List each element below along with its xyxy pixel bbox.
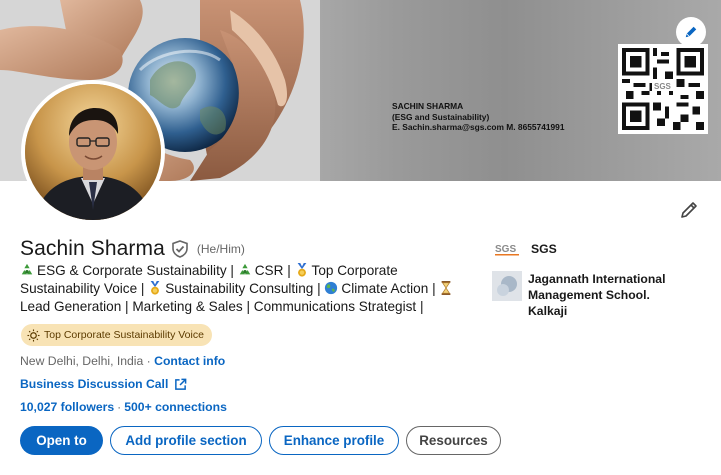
headline-part: Lead Generation | Marketing & Sales | Co…: [20, 299, 424, 315]
connections-link[interactable]: 500+ connections: [124, 400, 227, 414]
cover-card-contact: E. Sachin.sharma@sgs.com M. 8655741991: [392, 122, 565, 133]
location-text: New Delhi, Delhi, India: [20, 354, 144, 368]
recycle-icon: [239, 263, 250, 275]
school-name: Jagannath International Management Schoo…: [528, 272, 666, 318]
sun-icon: [27, 328, 40, 342]
stats-separator: ·: [117, 400, 122, 414]
pronouns: (He/Him): [196, 242, 245, 256]
badge-label: Top Corporate Sustainability Voice: [44, 329, 204, 341]
profile-photo: [25, 84, 161, 220]
medal-icon: [150, 281, 160, 295]
followers-link[interactable]: 10,027 followers: [20, 400, 114, 414]
contact-info-link[interactable]: Contact info: [154, 354, 225, 368]
location-separator: ·: [143, 354, 155, 368]
hourglass-icon: [442, 281, 451, 296]
sgs-logo: SGS: [495, 244, 519, 256]
edit-cover-button[interactable]: [676, 17, 706, 47]
pencil-icon: [685, 26, 697, 38]
company-name: SGS: [531, 242, 557, 256]
avatar[interactable]: [21, 80, 165, 224]
qr-code: SGS: [618, 44, 708, 134]
cover-card-subtitle: (ESG and Sustainability): [392, 111, 490, 122]
profile-headline: ESG & Corporate Sustainability | CSR | T…: [20, 262, 470, 317]
cover-card-text: SACHIN SHARMA (ESG and Sustainability) E…: [392, 101, 565, 133]
education-school[interactable]: Jagannath International Management Schoo…: [492, 271, 678, 319]
website-label: Business Discussion Call: [20, 377, 169, 391]
name-row: Sachin Sharma (He/Him): [20, 237, 245, 261]
school-logo: [492, 271, 522, 301]
medal-icon: [297, 263, 306, 277]
globe-icon: [325, 282, 338, 295]
cover-card-name: SACHIN SHARMA: [392, 101, 464, 111]
top-voice-badge[interactable]: Top Corporate Sustainability Voice: [21, 324, 212, 346]
add-profile-section-button[interactable]: Add profile section: [110, 426, 262, 455]
headline-part: CSR |: [254, 263, 295, 278]
qr-label: SGS: [652, 82, 673, 91]
headline-part: Sustainability Consulting |: [165, 281, 325, 297]
external-link-icon: [175, 378, 187, 390]
current-company[interactable]: SGS SGS: [495, 241, 557, 257]
recycle-icon: [21, 263, 33, 275]
verified-shield-icon[interactable]: [171, 240, 189, 258]
edit-intro-button[interactable]: [675, 196, 703, 224]
profile-name: Sachin Sharma: [20, 237, 165, 260]
pencil-icon: [681, 202, 697, 218]
svg-text:SGS: SGS: [495, 244, 516, 255]
enhance-profile-button[interactable]: Enhance profile: [269, 426, 399, 455]
website-link[interactable]: Business Discussion Call: [20, 377, 187, 391]
headline-part: ESG & Corporate Sustainability |: [37, 263, 238, 278]
open-to-button[interactable]: Open to: [20, 426, 103, 455]
network-stats: 10,027 followers · 500+ connections: [20, 400, 227, 414]
resources-button[interactable]: Resources: [406, 426, 501, 455]
location-row: New Delhi, Delhi, India · Contact info: [20, 354, 225, 368]
headline-part: Climate Action |: [341, 281, 440, 297]
